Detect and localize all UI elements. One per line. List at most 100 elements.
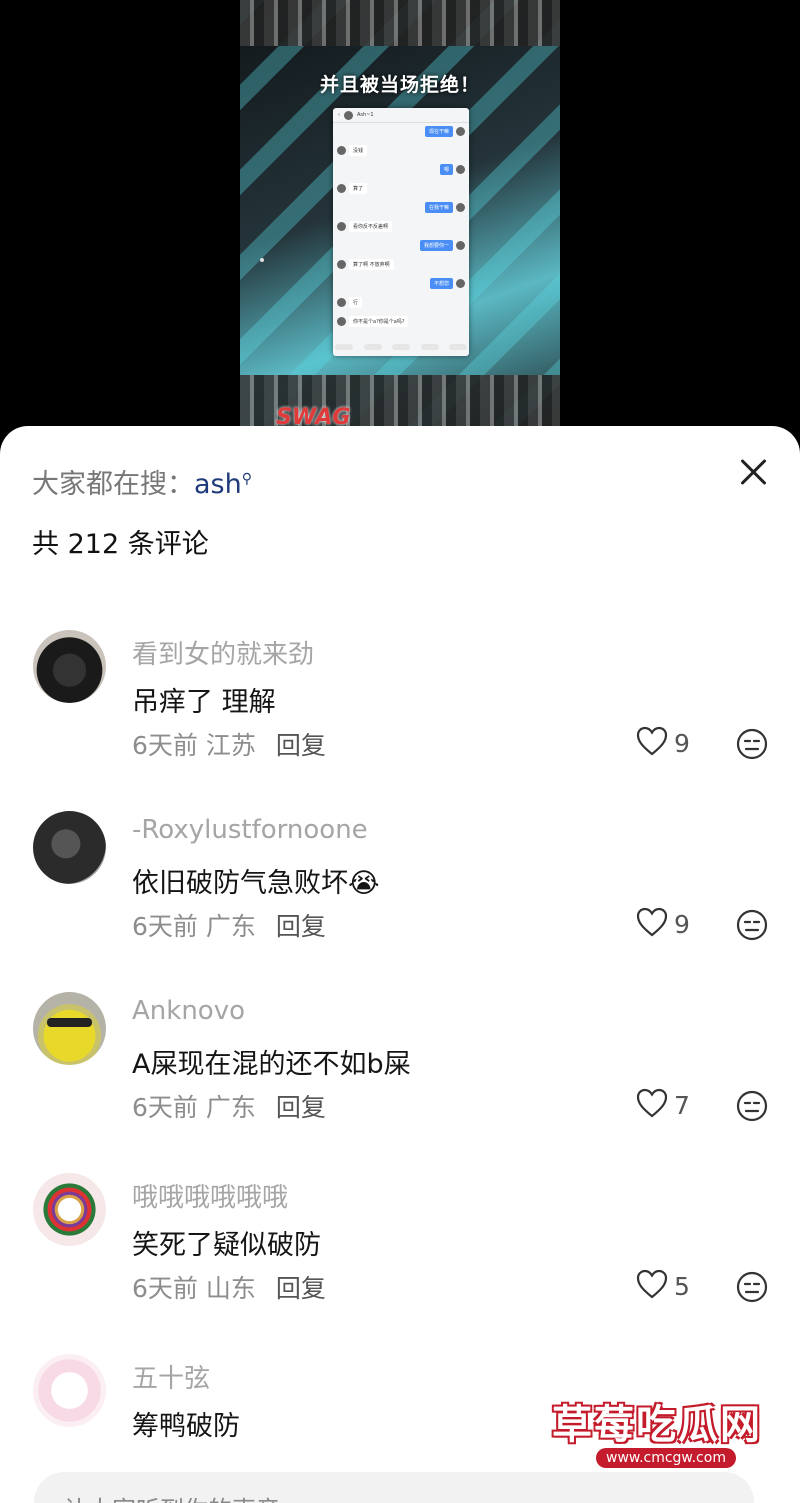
chat-avatar [337, 222, 346, 231]
site-watermark: 草莓吃瓜网 www.cmcgw.com [552, 1392, 772, 1478]
dislike-face-icon[interactable] [736, 728, 768, 760]
comment-username[interactable]: 哦哦哦哦哦哦 [132, 1177, 288, 1214]
reply-button[interactable]: 回复 [276, 912, 326, 941]
comment-text: 笑死了疑似破防 [132, 1230, 321, 1261]
comment-time: 6天前 [132, 912, 198, 941]
search-suggestion[interactable]: 大家都在搜：ash⚲ [32, 462, 252, 501]
chat-avatar [456, 203, 465, 212]
avatar[interactable] [33, 992, 106, 1065]
like-button[interactable]: 5 [636, 1269, 690, 1303]
comment-text: A屎现在混的还不如b屎 [132, 1049, 411, 1080]
search-prefix: 大家都在搜： [32, 469, 194, 500]
chat-bubble: 没钱 [349, 145, 368, 156]
comment-text: 吊痒了 理解 [132, 687, 276, 718]
chat-avatar [337, 317, 346, 326]
chat-bubble: 我想要你一 [419, 240, 453, 251]
reply-button[interactable]: 回复 [276, 731, 326, 760]
avatar[interactable] [33, 630, 106, 703]
search-term[interactable]: ash [194, 469, 242, 500]
comment-text: 筹鸭破防 [132, 1411, 240, 1442]
like-button[interactable]: 7 [636, 1088, 690, 1122]
reply-button[interactable]: 回复 [276, 1093, 326, 1122]
chat-bubble: 你不是个a?你是个a吗? [349, 316, 409, 327]
comment-region: 江苏 [205, 731, 256, 760]
comment-username[interactable]: 看到女的就来劲 [132, 634, 314, 671]
comment-region: 广东 [205, 1093, 256, 1122]
comment-text: 依旧破防气急败坏😭 [132, 868, 380, 899]
chat-contact-avatar [344, 110, 353, 120]
dislike-face-icon[interactable] [736, 909, 768, 941]
chat-bubble: 在我干嘛 [424, 202, 453, 213]
chat-avatar [337, 184, 346, 193]
chat-screenshot: ‹ Ash~1 现在干嘛没钱嗯算了在我干嘛看你反不反差啊我想要你一算了啊 不放弃… [333, 108, 469, 356]
avatar[interactable] [33, 811, 106, 884]
comment-region: 广东 [205, 912, 256, 941]
chat-bubble: 行 [349, 297, 363, 308]
chat-message: 嗯 [439, 164, 465, 175]
comment-item[interactable]: 看到女的就来劲吊痒了 理解 6天前 江苏 回复 9 [0, 630, 800, 790]
like-count: 9 [674, 728, 690, 758]
like-button[interactable]: 9 [636, 726, 690, 760]
chat-bubble: 嗯 [439, 164, 453, 175]
chat-bubble: 看你反不反差啊 [349, 221, 393, 232]
dislike-face-icon[interactable] [736, 1090, 768, 1122]
chat-quick-bar [335, 344, 467, 354]
chat-bubble: 不想您 [429, 278, 453, 289]
chat-message: 算了 [337, 183, 368, 194]
comment-meta: 6天前 山东 回复 [132, 1269, 326, 1305]
comment-time: 6天前 [132, 1274, 198, 1303]
back-icon: ‹ [338, 112, 340, 118]
watermark-title: 草莓吃瓜网 [552, 1402, 762, 1448]
like-count: 9 [674, 909, 690, 939]
chat-bubble: 现在干嘛 [424, 126, 453, 137]
comment-time: 6天前 [132, 1093, 198, 1122]
chat-avatar [337, 298, 346, 307]
close-icon[interactable] [734, 452, 774, 492]
comment-username[interactable]: -Roxylustfornoone [132, 815, 368, 845]
chain-decoration-top [240, 0, 560, 46]
avatar[interactable] [33, 1173, 106, 1246]
chat-message: 我想要你一 [419, 240, 465, 251]
chat-avatar [337, 260, 346, 269]
reply-button[interactable]: 回复 [276, 1274, 326, 1303]
chat-avatar [456, 241, 465, 250]
like-count: 7 [674, 1090, 690, 1120]
chat-avatar [337, 146, 346, 155]
chat-message: 现在干嘛 [424, 126, 465, 137]
comment-time: 6天前 [132, 731, 198, 760]
heart-icon [636, 1269, 668, 1303]
video-headline: 并且被当场拒绝！ [319, 74, 480, 96]
video-player[interactable]: 并且被当场拒绝！ ‹ Ash~1 现在干嘛没钱嗯算了在我干嘛看你反不反差啊我想要… [240, 0, 560, 440]
chat-avatar [456, 127, 465, 136]
dislike-face-icon[interactable] [736, 1271, 768, 1303]
comment-username[interactable]: 五十弦 [132, 1358, 210, 1395]
heart-icon [636, 726, 668, 760]
watermark-url: www.cmcgw.com [596, 1448, 736, 1468]
comment-input-placeholder: 让大家听到你的声音 [64, 1490, 280, 1503]
comment-sheet: 大家都在搜：ash⚲ 共 212 条评论 看到女的就来劲 吊痒了 理解 6天前 江苏… [0, 426, 800, 1503]
comment-meta: 6天前 广东 回复 [132, 907, 326, 943]
chat-message: 没钱 [337, 145, 368, 156]
chat-contact-name: Ash~1 [357, 112, 374, 118]
comment-meta: 6天前 广东 回复 [132, 1088, 326, 1124]
comment-region: 山东 [205, 1274, 256, 1303]
chat-message: 在我干嘛 [424, 202, 465, 213]
chat-avatar [456, 279, 465, 288]
comment-meta: 6天前 江苏 回复 [132, 726, 326, 762]
chat-bubble: 算了啊 不放弃啊 [349, 259, 394, 270]
chat-message: 看你反不反差啊 [337, 221, 393, 232]
like-button[interactable]: 9 [636, 907, 690, 941]
heart-icon [636, 1088, 668, 1122]
like-count: 5 [674, 1271, 690, 1301]
comment-username[interactable]: Anknovo [132, 996, 245, 1026]
chat-avatar [456, 165, 465, 174]
comment-item[interactable]: 哦哦哦哦哦哦笑死了疑似破防 6天前 山东 回复 5 [0, 1173, 800, 1333]
video-dot [260, 258, 264, 262]
comment-item[interactable]: Anknovo A屎现在混的还不如b屎 6天前 广东 回复 7 [0, 992, 800, 1152]
search-icon: ⚲ [241, 471, 252, 487]
comment-item[interactable]: -Roxylustfornoone 依旧破防气急败坏😭 6天前 广东 回复 9 [0, 811, 800, 971]
chat-bubble: 算了 [349, 183, 368, 194]
avatar[interactable] [33, 1354, 106, 1427]
chat-message: 你不是个a?你是个a吗? [337, 316, 409, 327]
chat-header: ‹ Ash~1 [333, 108, 469, 123]
